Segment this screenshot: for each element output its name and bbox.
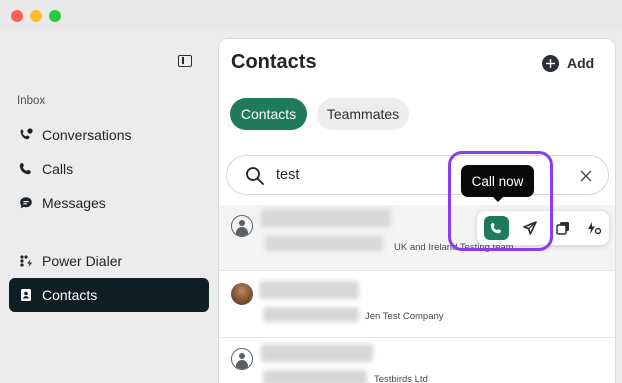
- sidebar-item-label: Conversations: [42, 127, 132, 143]
- redacted-name: [261, 344, 373, 362]
- redacted-name: [261, 209, 391, 227]
- sidebar-section-label: Inbox: [17, 95, 46, 107]
- phone-icon: [19, 162, 33, 176]
- contact-row[interactable]: Testbirds Ltd: [219, 338, 615, 383]
- sidebar-item-conversations[interactable]: Conversations: [9, 118, 209, 152]
- plus-icon: [542, 54, 559, 72]
- sidebar-item-label: Contacts: [42, 287, 98, 303]
- avatar: [231, 348, 253, 370]
- search-icon: [245, 166, 265, 186]
- avatar: [231, 283, 253, 305]
- power-dialer-icon: [19, 254, 33, 268]
- maximize-window-button[interactable]: [49, 10, 61, 22]
- copy-icon: [555, 222, 569, 235]
- sidebar-item-label: Calls: [42, 161, 74, 177]
- close-window-button[interactable]: [11, 10, 23, 22]
- contacts-icon: [19, 288, 33, 302]
- add-contact-button[interactable]: Add: [542, 53, 594, 73]
- window-titlebar: [0, 0, 622, 30]
- redacted-phone: [263, 370, 367, 383]
- page-title: Contacts: [231, 51, 317, 73]
- sidebar-item-power-dialer[interactable]: Power Dialer: [9, 244, 209, 278]
- sidebar-item-label: Power Dialer: [42, 253, 123, 269]
- contact-company: Jen Test Company: [365, 311, 444, 322]
- automation-button[interactable]: [581, 216, 606, 240]
- copy-button[interactable]: [550, 216, 575, 240]
- minimize-window-button[interactable]: [30, 10, 42, 22]
- tab-contacts[interactable]: Contacts: [230, 98, 307, 130]
- tab-teammates[interactable]: Teammates: [317, 98, 409, 130]
- sidebar: Inbox Conversations Calls Messages Power…: [0, 30, 218, 383]
- highlight-annotation: [448, 151, 553, 251]
- redacted-phone: [263, 307, 359, 322]
- avatar: [231, 215, 253, 237]
- close-icon[interactable]: [580, 169, 592, 182]
- message-icon: [19, 196, 33, 210]
- contact-company: Testbirds Ltd: [374, 374, 428, 383]
- search-input[interactable]: test: [276, 167, 299, 183]
- sidebar-item-calls[interactable]: Calls: [9, 152, 209, 186]
- conversations-icon: [19, 128, 33, 142]
- sidebar-item-contacts[interactable]: Contacts: [9, 278, 209, 312]
- sidebar-toggle-icon[interactable]: [178, 55, 192, 67]
- add-label: Add: [567, 55, 595, 71]
- bolt-icon: [587, 222, 601, 235]
- contact-row[interactable]: Jen Test Company: [219, 271, 615, 338]
- sidebar-item-messages[interactable]: Messages: [9, 186, 209, 220]
- sidebar-item-label: Messages: [42, 195, 106, 211]
- redacted-name: [259, 281, 359, 299]
- redacted-phone: [265, 236, 383, 251]
